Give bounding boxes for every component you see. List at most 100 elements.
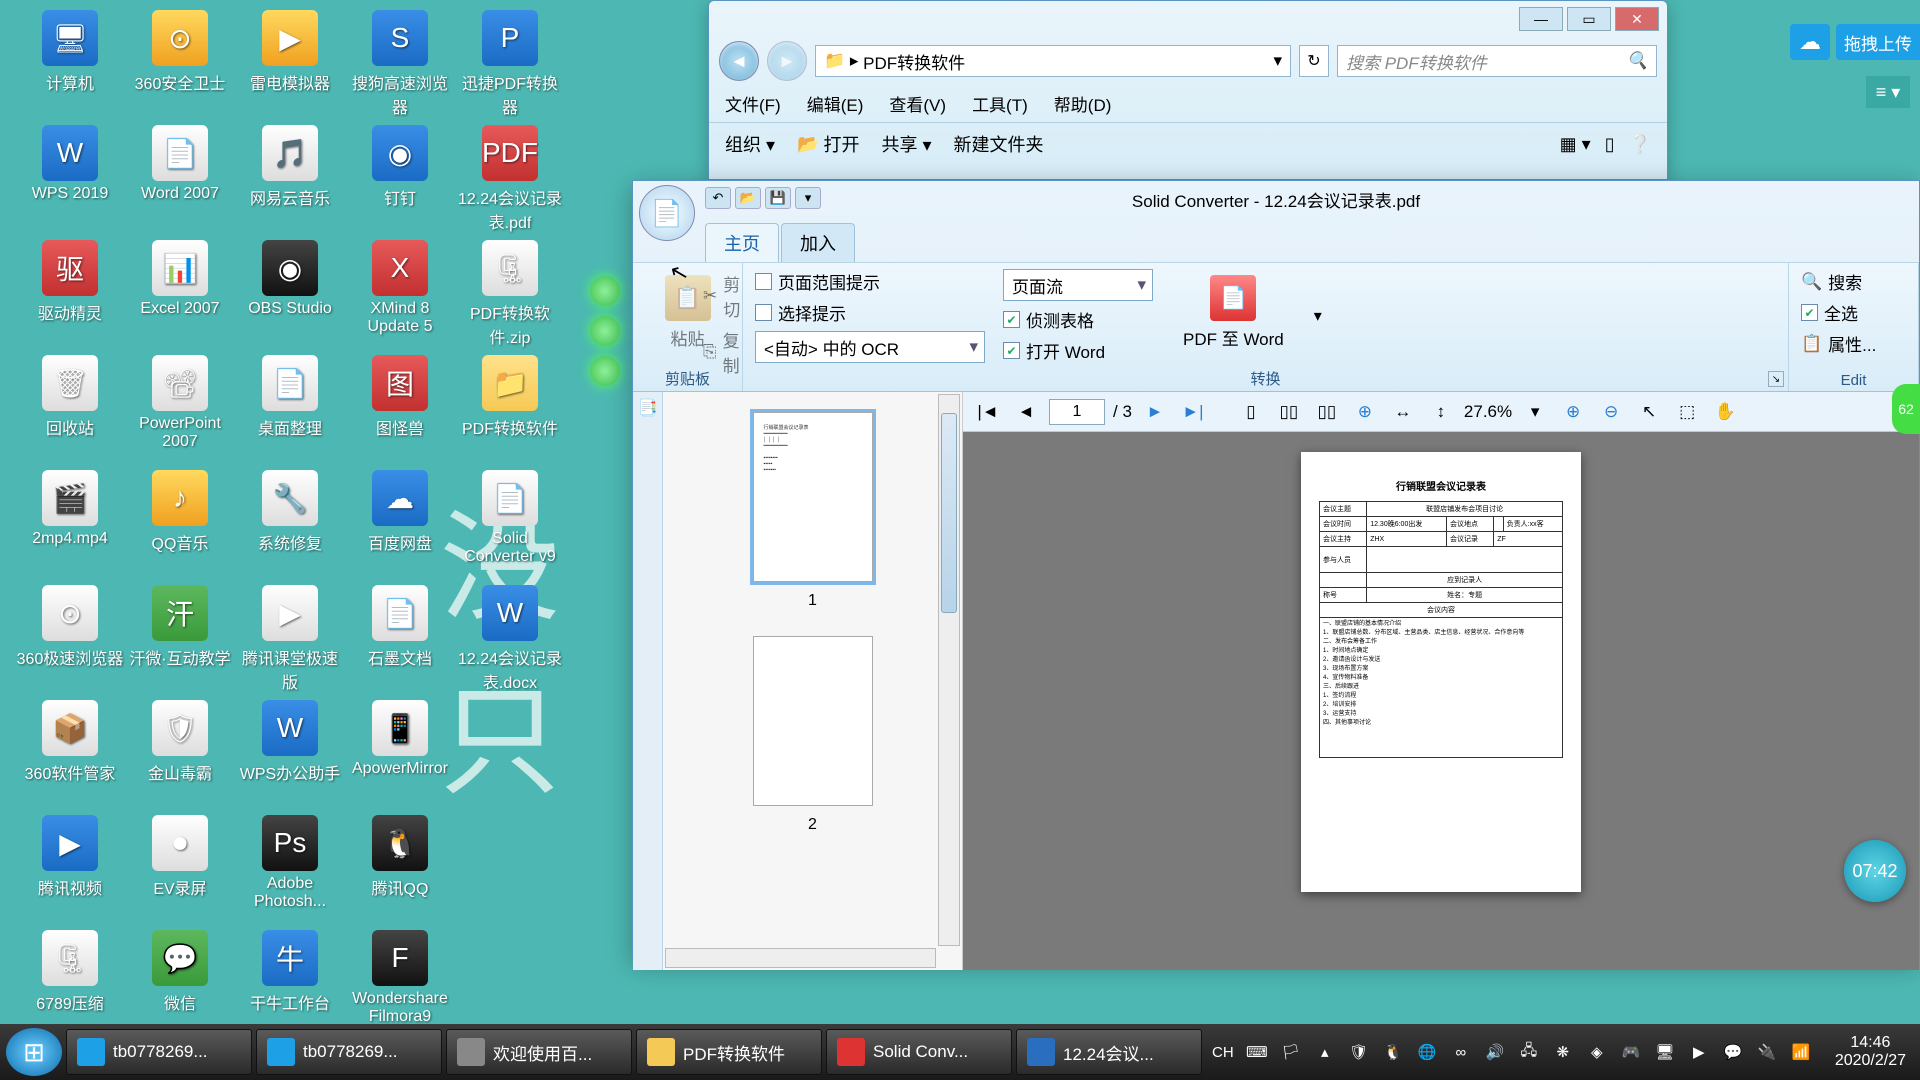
thumb-page-1[interactable]: 行销联盟会议记录表━━━━━━━━│ │ │ │━━━━━━━━▪▪▪▪▪▪▪▪… — [753, 412, 873, 582]
tab-home[interactable]: 主页 — [705, 223, 779, 262]
fit-page-icon[interactable]: ⊕ — [1350, 397, 1380, 427]
desktop-icon[interactable]: WWPS 2019 — [15, 125, 125, 203]
search-button[interactable]: 🔍 搜索 — [1801, 269, 1906, 294]
desktop-icon[interactable]: ♪QQ音乐 — [125, 470, 235, 554]
detect-table-check[interactable]: ✔侦测表格 — [1003, 307, 1153, 332]
thumb-hscrollbar[interactable] — [665, 948, 936, 968]
select-tool-icon[interactable]: ↖ — [1634, 397, 1664, 427]
taskbar-item[interactable]: PDF转换软件 — [636, 1029, 822, 1075]
desktop-icon[interactable]: 🗜6789压缩 — [15, 930, 125, 1014]
range-hint-check[interactable]: 页面范围提示 — [755, 269, 985, 294]
taskbar-item[interactable]: tb0778269... — [256, 1029, 442, 1075]
cont-page-icon[interactable]: ▯▯ — [1312, 397, 1342, 427]
desktop-icon[interactable]: S搜狗高速浏览器 — [345, 10, 455, 118]
menu-file[interactable]: 文件(F) — [725, 91, 781, 116]
desktop-icon[interactable]: 🎬2mp4.mp4 — [15, 470, 125, 548]
desktop-icon[interactable]: 🗜PDF转换软件.zip — [455, 240, 565, 348]
clock[interactable]: 14:462020/2/27 — [1835, 1034, 1906, 1070]
desktop-icon[interactable]: 📄桌面整理 — [235, 355, 345, 439]
desktop-icon[interactable]: ▶雷电模拟器 — [235, 10, 345, 94]
new-folder-button[interactable]: 新建文件夹 — [954, 131, 1044, 157]
cut-button[interactable]: ✂ 剪切 — [703, 271, 742, 321]
desktop-icon[interactable]: 牛干牛工作台 — [235, 930, 345, 1014]
desktop-icon[interactable]: 🛡金山毒霸 — [125, 700, 235, 784]
desktop-icon[interactable]: 🔧系统修复 — [235, 470, 345, 554]
desktop-icon[interactable]: XXMind 8 Update 5 — [345, 240, 455, 336]
marquee-tool-icon[interactable]: ⬚ — [1672, 397, 1702, 427]
forward-button[interactable]: ► — [767, 41, 807, 81]
dialog-launcher[interactable]: ↘ — [1768, 371, 1784, 387]
desktop-icon[interactable]: W12.24会议记录表.docx — [455, 585, 565, 693]
desktop-icon[interactable]: 🗑回收站 — [15, 355, 125, 439]
desktop-icon[interactable]: 📦360软件管家 — [15, 700, 125, 784]
tray-up-icon[interactable]: ▴ — [1315, 1042, 1335, 1062]
desktop-icon[interactable]: 📄石墨文档 — [345, 585, 455, 669]
prev-page-button[interactable]: ◄ — [1011, 397, 1041, 427]
select-all-button[interactable]: ✔全选 — [1801, 300, 1906, 325]
desktop-icon[interactable]: 🎵网易云音乐 — [235, 125, 345, 209]
cloud-icon[interactable]: ☁ — [1790, 24, 1830, 60]
taskbar-item[interactable]: tb0778269... — [66, 1029, 252, 1075]
desktop-icon[interactable]: 🐧腾讯QQ — [345, 815, 455, 899]
select-hint-check[interactable]: 选择提示 — [755, 300, 985, 325]
zoom-out-icon[interactable]: ⊖ — [1596, 397, 1626, 427]
desktop-icon[interactable]: PsAdobe Photosh... — [235, 815, 345, 911]
desktop-icon[interactable]: 驱驱动精灵 — [15, 240, 125, 324]
organize-button[interactable]: 组织 ▾ — [725, 131, 775, 157]
open-word-check[interactable]: ✔打开 Word — [1003, 338, 1153, 363]
tray-flag-icon[interactable]: 🏳 — [1281, 1042, 1301, 1062]
tray-keyboard-icon[interactable]: ⌨ — [1247, 1042, 1267, 1062]
taskbar-item[interactable]: 欢迎使用百... — [446, 1029, 632, 1075]
taskbar-item[interactable]: 12.24会议... — [1016, 1029, 1202, 1075]
desktop-icon[interactable]: FWondershare Filmora9 — [345, 930, 455, 1026]
desktop-icon[interactable]: WWPS办公助手 — [235, 700, 345, 784]
tray-sync-icon[interactable]: ∞ — [1451, 1042, 1471, 1062]
last-page-button[interactable]: ►| — [1178, 397, 1208, 427]
desktop-icon[interactable]: 📄Word 2007 — [125, 125, 235, 203]
single-page-icon[interactable]: ▯ — [1236, 397, 1266, 427]
desktop-icon[interactable]: ◉钉钉 — [345, 125, 455, 209]
desktop-icon[interactable]: 📄Solid Converter v9 — [455, 470, 565, 566]
tray-game-icon[interactable]: 🎮 — [1621, 1042, 1641, 1062]
tray-flower-icon[interactable]: ❋ — [1553, 1042, 1573, 1062]
app-orb-button[interactable]: 📄 — [639, 185, 695, 241]
desktop-icon[interactable]: 汗汗微·互动教学 — [125, 585, 235, 669]
desktop-icon[interactable]: 💬微信 — [125, 930, 235, 1014]
next-page-button[interactable]: ► — [1140, 397, 1170, 427]
properties-button[interactable]: 📋 属性... — [1801, 331, 1906, 356]
tray-qq-icon[interactable]: 🐧 — [1383, 1042, 1403, 1062]
tray-cube-icon[interactable]: ◈ — [1587, 1042, 1607, 1062]
zoom-in-icon[interactable]: ⊕ — [1558, 397, 1588, 427]
tray-play-icon[interactable]: ▶ — [1689, 1042, 1709, 1062]
thumb-page-2[interactable] — [753, 636, 873, 806]
tray-net-icon[interactable]: 🖧 — [1519, 1042, 1539, 1062]
desktop-icon[interactable]: 📁PDF转换软件 — [455, 355, 565, 439]
search-input[interactable]: 搜索 PDF转换软件🔍 — [1337, 45, 1657, 77]
taskbar-item[interactable]: Solid Conv... — [826, 1029, 1012, 1075]
desktop-icon[interactable]: PDF12.24会议记录表.pdf — [455, 125, 565, 233]
desktop-icon[interactable]: ▶腾讯课堂极速版 — [235, 585, 345, 693]
timer-badge[interactable]: 07:42 — [1844, 840, 1906, 902]
copy-button[interactable]: ⎘ 复制 — [703, 327, 742, 377]
menu-tools[interactable]: 工具(T) — [972, 91, 1028, 116]
page-input[interactable] — [1049, 399, 1105, 425]
share-button[interactable]: 共享 ▾ — [881, 131, 931, 157]
desktop-icon[interactable]: ⊙360安全卫士 — [125, 10, 235, 94]
side-badge[interactable]: 62 — [1892, 384, 1920, 434]
view-mode-button[interactable]: ▦ ▾ — [1560, 134, 1591, 155]
desktop-icon[interactable]: 🖥计算机 — [15, 10, 125, 94]
tab-join[interactable]: 加入 — [781, 223, 855, 262]
close-button[interactable]: ✕ — [1615, 7, 1659, 31]
menu-edit[interactable]: 编辑(E) — [807, 91, 864, 116]
tray-power-icon[interactable]: 🔌 — [1757, 1042, 1777, 1062]
menu-help[interactable]: 帮助(D) — [1054, 91, 1112, 116]
flow-select[interactable]: 页面流 — [1003, 269, 1153, 301]
hand-tool-icon[interactable]: ✋ — [1710, 397, 1740, 427]
tray-monitor-icon[interactable]: 🖥 — [1655, 1042, 1675, 1062]
address-bar[interactable]: 📁 ▸ PDF转换软件 ▾ — [815, 45, 1291, 77]
help-button[interactable]: ❔ — [1629, 134, 1651, 155]
pdf-to-word-button[interactable]: 📄 PDF 至 Word — [1171, 269, 1296, 356]
preview-pane-button[interactable]: ▯ — [1605, 134, 1615, 155]
desktop-icon[interactable]: P迅捷PDF转换器 — [455, 10, 565, 118]
ime-indicator[interactable]: CH — [1213, 1042, 1233, 1062]
